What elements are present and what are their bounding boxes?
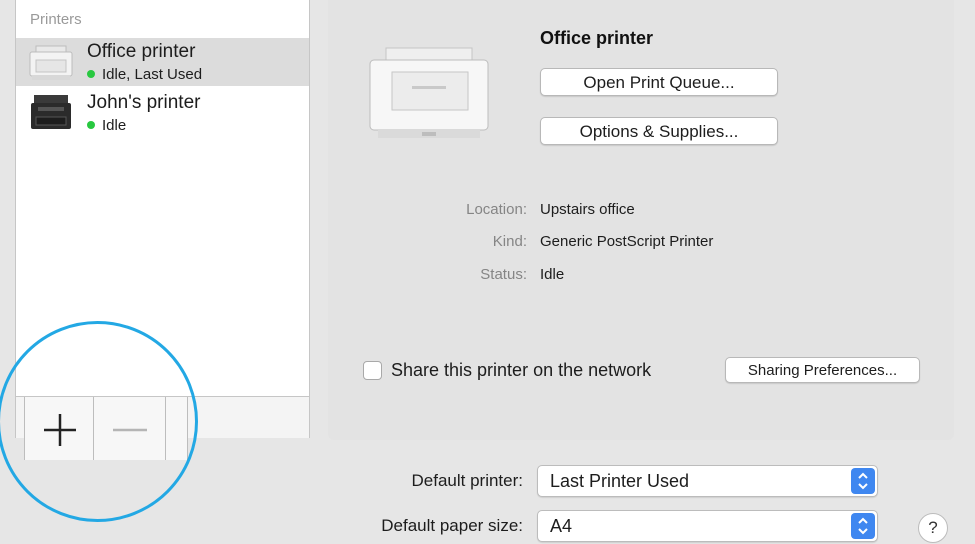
printer-name-office: Office printer: [87, 41, 196, 62]
printer-row-office[interactable]: Office printer Idle, Last Used: [16, 38, 309, 86]
printer-name-john: John's printer: [87, 92, 201, 113]
add-printer-button[interactable]: [24, 397, 94, 460]
status-idle-dot: [87, 70, 95, 78]
share-printer-checkbox[interactable]: [363, 361, 382, 380]
paper-size-select[interactable]: A4: [537, 510, 878, 542]
minus-icon: [113, 428, 147, 432]
printer-status-john: Idle: [87, 117, 126, 134]
sharing-preferences-button[interactable]: Sharing Preferences...: [725, 357, 920, 383]
kind-label: Kind:: [492, 233, 527, 250]
up-down-chevron-icon: [858, 472, 868, 490]
share-printer-label[interactable]: Share this printer on the network: [391, 360, 651, 381]
printer-list-panel: Printers Office printer Idle, Last Used …: [15, 0, 310, 460]
up-down-chevron-icon: [858, 517, 868, 535]
toolbar-spacer: [166, 397, 188, 460]
remove-printer-button[interactable]: [94, 397, 166, 460]
printer-list-toolbar: [16, 396, 309, 460]
select-stepper[interactable]: [851, 468, 875, 494]
laser-printer-icon: [369, 47, 489, 138]
options-supplies-button[interactable]: Options & Supplies...: [540, 117, 778, 145]
kind-value: Generic PostScript Printer: [540, 233, 714, 250]
paper-size-label: Default paper size:: [381, 516, 523, 535]
printer-status-office: Idle, Last Used: [87, 66, 202, 83]
status-idle-dot: [87, 121, 95, 129]
status-label: Status:: [480, 266, 527, 283]
default-printer-value: Last Printer Used: [550, 471, 690, 491]
select-stepper[interactable]: [851, 513, 875, 539]
open-print-queue-button[interactable]: Open Print Queue...: [540, 68, 778, 96]
location-value: Upstairs office: [540, 201, 635, 218]
printer-row-john[interactable]: John's printer Idle: [16, 89, 309, 137]
plus-icon: [44, 414, 76, 446]
selected-printer-title: Office printer: [540, 28, 654, 48]
laser-printer-icon: [29, 45, 73, 80]
default-printer-select[interactable]: Last Printer Used: [537, 465, 878, 497]
printers-header: Printers: [30, 11, 82, 28]
status-value: Idle: [540, 266, 565, 283]
printer-status-text: Idle: [102, 117, 127, 134]
multifunction-printer-icon: [31, 95, 71, 129]
help-button[interactable]: ?: [918, 513, 948, 543]
default-printer-label: Default printer:: [411, 471, 524, 490]
printer-status-text: Idle, Last Used: [102, 66, 203, 83]
location-label: Location:: [466, 201, 527, 218]
